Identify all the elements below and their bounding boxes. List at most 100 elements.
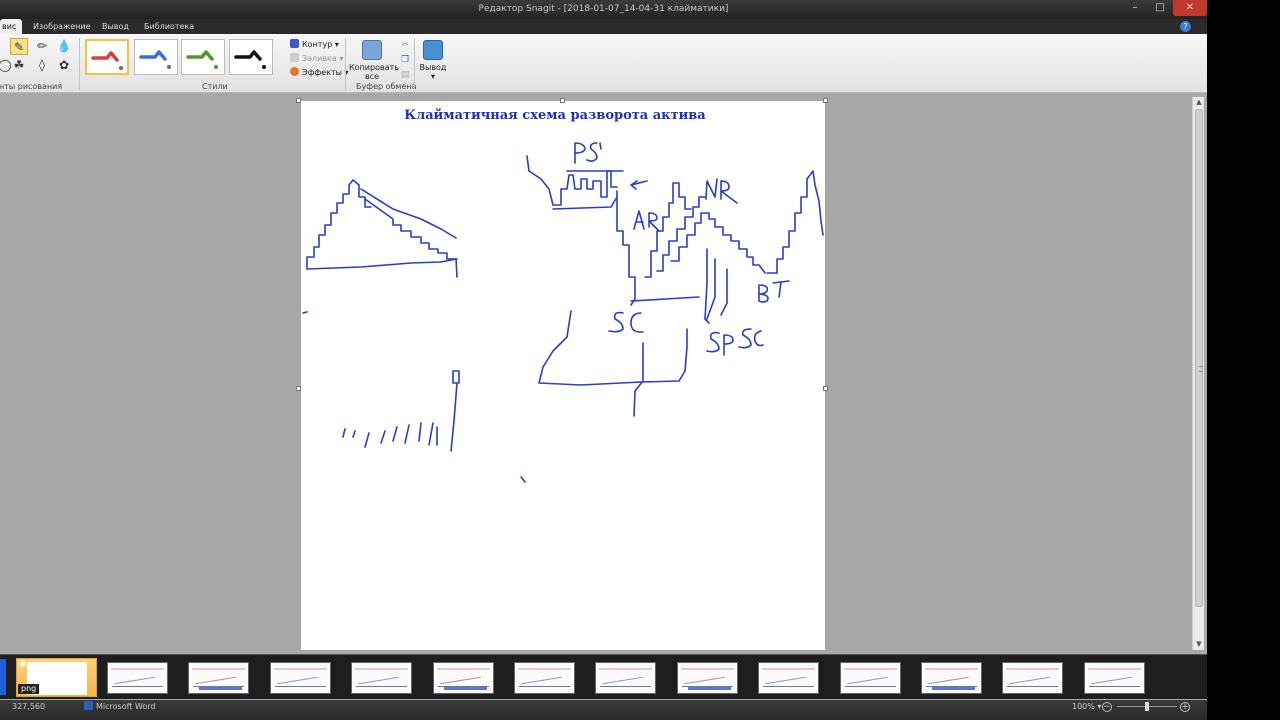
thumbnail-line (436, 668, 490, 670)
effects-icon (290, 67, 299, 76)
fill-option[interactable]: Заливка ▾ (290, 52, 343, 65)
scroll-up-icon[interactable]: ▲ (1193, 97, 1205, 108)
tray-thumbnail[interactable] (921, 662, 982, 694)
resize-handle[interactable] (296, 386, 301, 391)
style-black-swatch[interactable] (229, 39, 273, 75)
resize-handle[interactable] (560, 98, 565, 103)
zoom-level[interactable]: 100% ▾ (1072, 700, 1101, 714)
fill-tool-icon[interactable]: ☘ (10, 57, 28, 74)
tray-thumbnail[interactable] (676, 662, 738, 694)
resize-handle[interactable] (296, 98, 301, 103)
effects-option[interactable]: Эффекты ▾ (290, 66, 349, 79)
thumbnail-line (111, 668, 164, 670)
ink-stroke-dot (520, 476, 526, 483)
cursor-coordinates: 327,560 (12, 702, 46, 711)
vertical-scrollbar[interactable]: ▲ ▼ (1192, 97, 1204, 650)
help-icon[interactable]: ? (1180, 21, 1191, 32)
resize-handle[interactable] (823, 98, 828, 103)
tray-thumbnail[interactable] (839, 662, 901, 694)
ink-stroke-pyramid (306, 179, 372, 270)
stamp-tool-icon[interactable]: ✿ (55, 57, 73, 74)
thumbnail-line (928, 676, 969, 685)
tray-thumbnail[interactable] (758, 662, 820, 694)
thumbnail-line (763, 686, 815, 687)
tray-thumbnail[interactable] (351, 662, 413, 694)
ink-stroke-arrow (630, 180, 648, 190)
share-icon (423, 40, 443, 60)
ink-label-sc-center (608, 311, 644, 333)
tray-thumbnail[interactable] (595, 662, 657, 694)
thumbnail-line (1087, 668, 1141, 670)
scroll-thumb[interactable] (1195, 109, 1203, 607)
drop-tool-icon[interactable]: 💧 (55, 38, 73, 55)
ink-stroke-steps-g (706, 258, 716, 320)
canvas-area[interactable]: Клайматичная схема разворота актива (0, 94, 1192, 650)
canvas-page[interactable]: Клайматичная схема разворота актива (301, 101, 825, 650)
tray-thumbnail-selected[interactable]: ✺ png (16, 658, 97, 697)
tray-thumbnail[interactable] (107, 662, 168, 694)
tab-library[interactable]: Библиотека (138, 19, 200, 34)
zoom-slider-knob[interactable] (1145, 702, 1149, 711)
contour-icon (290, 39, 299, 48)
copy-all-button[interactable]: Копировать все (349, 40, 399, 81)
thumbnail-line (1088, 686, 1140, 687)
image-tray: ✺ png (0, 654, 1207, 699)
tray-thumbnail[interactable] (269, 662, 331, 694)
desktop-background (1207, 0, 1280, 720)
ink-stroke-bar-top (452, 370, 460, 384)
word-icon (84, 701, 93, 710)
thumbnail-line (925, 668, 978, 670)
ink-label-bt (758, 280, 790, 303)
thumbnail-line (356, 686, 408, 687)
thumbnail-line (600, 686, 652, 687)
thumbnail-line (112, 686, 163, 687)
thumbnail-line (1090, 676, 1132, 685)
thumbnail-line (358, 676, 400, 685)
style-red-icon (91, 51, 123, 70)
tray-scroll-left[interactable] (0, 659, 6, 695)
thumbnail-line (355, 668, 409, 670)
thumbnail-line (273, 668, 327, 670)
ink-stroke-baseline (306, 258, 458, 278)
title-bar: Редактор Snagit - [2018-01-07_14-04-31 к… (0, 0, 1207, 19)
fill-icon (290, 53, 299, 62)
zoom-in-icon[interactable]: + (1180, 702, 1190, 712)
resize-handle[interactable] (823, 386, 828, 391)
ink-stroke-steps-b (644, 182, 692, 278)
tray-thumbnail[interactable] (514, 662, 575, 694)
tab-output[interactable]: Вывод (96, 19, 135, 34)
zoom-out-icon[interactable]: − (1102, 702, 1112, 712)
thumbnail-bars (932, 687, 975, 690)
divider (345, 38, 346, 90)
close-icon[interactable]: ✕ (1173, 0, 1207, 16)
divider (79, 38, 80, 90)
thumbnail-line (1009, 676, 1051, 685)
ribbon: ✎ ✏ 💧 ◯ ☘ ◊ ✿ нты рисования Стили Контур… (0, 34, 1207, 93)
scroll-down-icon[interactable]: ▼ (1193, 639, 1205, 650)
contour-option[interactable]: Контур ▾ (290, 38, 339, 51)
highlighter-tool-icon[interactable]: ✏ (33, 38, 51, 55)
style-black-icon (234, 50, 266, 69)
eraser-tool-icon[interactable]: ◊ (33, 57, 51, 74)
new-star-icon: ✺ (19, 660, 27, 670)
tray-thumbnail[interactable] (432, 662, 494, 694)
tray-thumbnail[interactable] (188, 662, 250, 694)
style-green-swatch[interactable] (181, 39, 225, 75)
minimize-icon[interactable]: – (1123, 0, 1147, 16)
thumbnail-line (765, 676, 807, 685)
thumbnail-line (680, 668, 734, 670)
tools-group-label: нты рисования (0, 82, 63, 91)
tab-image[interactable]: Изображение (27, 19, 97, 34)
tab-tools[interactable]: вис (0, 19, 23, 34)
style-blue-swatch[interactable] (134, 39, 178, 75)
ink-stroke-steps-c (656, 196, 706, 272)
ink-stroke-ps-underline (552, 196, 618, 210)
status-bar: 327,560 Microsoft Word 100% ▾ − + (0, 700, 1207, 720)
tray-thumbnail[interactable] (1083, 662, 1145, 694)
tray-thumbnail[interactable] (1002, 662, 1064, 694)
pen-tool-icon[interactable]: ✎ (10, 38, 28, 55)
output-button[interactable]: Вывод ▾ (418, 40, 448, 81)
maximize-icon[interactable]: □ (1148, 0, 1172, 16)
style-red-swatch[interactable] (85, 39, 129, 75)
freehand-drawing[interactable] (301, 101, 825, 650)
